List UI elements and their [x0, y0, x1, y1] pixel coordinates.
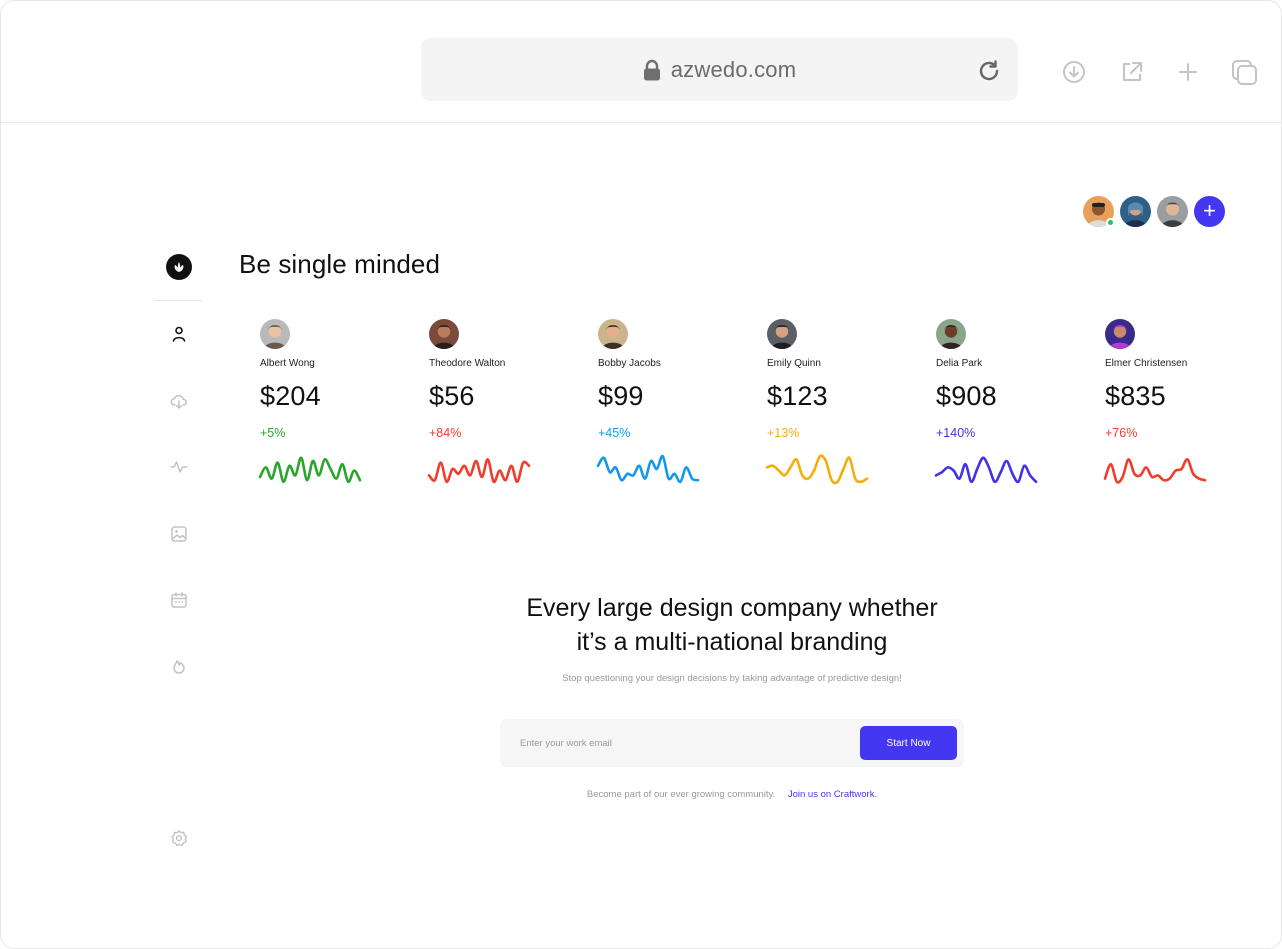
team-avatars: + [1083, 196, 1225, 228]
user-name: Emily Quinn [767, 358, 821, 369]
sparkline-path [258, 456, 362, 484]
user-card[interactable]: Bobby Jacobs $99 +45% [596, 319, 716, 499]
sparkline-path [765, 454, 869, 485]
community-text: Become part of our ever growing communit… [586, 789, 776, 800]
plus-icon[interactable] [1175, 59, 1203, 87]
hero-title-line: Every large design company whether [526, 594, 938, 622]
hero-subtitle: Stop questioning your design decisions b… [562, 673, 902, 684]
sparkline-chart [427, 458, 531, 484]
user-icon[interactable] [170, 325, 188, 343]
user-change-percent: +13% [767, 426, 800, 440]
sparkline-chart [596, 454, 700, 484]
address-bar[interactable]: azwedo.com [421, 38, 1018, 101]
user-name: Bobby Jacobs [598, 358, 661, 369]
user-amount: $204 [260, 381, 321, 411]
reload-icon[interactable] [976, 58, 1002, 84]
user-change-percent: +5% [260, 426, 286, 440]
copy-icon[interactable] [1231, 59, 1259, 87]
activity-icon[interactable] [170, 458, 188, 476]
page-title: Be single minded [239, 249, 441, 279]
url-text: azwedo.com [670, 56, 797, 82]
start-now-button[interactable]: Start Now [860, 726, 957, 760]
hero-section: Every large design company whether it’s … [441, 591, 1023, 684]
sparkline-path [427, 458, 531, 484]
download-icon[interactable] [1061, 59, 1089, 87]
hero-title-line: it’s a multi-national branding [576, 628, 888, 656]
avatar [260, 319, 290, 349]
user-amount: $835 [1105, 381, 1166, 411]
avatar [936, 319, 966, 349]
email-signup-form: Start Now [500, 719, 964, 767]
external-link-icon[interactable] [1119, 59, 1147, 87]
user-name: Albert Wong [260, 358, 315, 369]
user-card[interactable]: Albert Wong $204 +5% [258, 319, 378, 499]
sparkline-chart [934, 456, 1038, 484]
sparkline-path [934, 456, 1038, 484]
avatar [598, 319, 628, 349]
browser-toolbar: azwedo.com [1, 1, 1281, 123]
user-card[interactable]: Delia Park $908 +140% [934, 319, 1054, 499]
user-card[interactable]: Elmer Christensen $835 +76% [1103, 319, 1223, 499]
calendar-icon[interactable] [170, 591, 188, 609]
avatar [767, 319, 797, 349]
sparkline-chart [765, 454, 869, 485]
user-card[interactable]: Emily Quinn $123 +13% [765, 319, 885, 499]
avatar[interactable] [1120, 196, 1151, 227]
avatar[interactable] [1083, 196, 1115, 227]
avatar [429, 319, 459, 349]
cloud-download-icon[interactable] [170, 392, 188, 410]
fire-icon[interactable] [170, 657, 188, 675]
community-note: Become part of our ever growing communit… [441, 789, 1023, 800]
online-status-dot [1106, 218, 1115, 227]
sidebar [154, 251, 202, 861]
avatar[interactable] [1157, 196, 1188, 227]
user-amount: $908 [936, 381, 997, 411]
sparkline-path [1103, 458, 1207, 484]
email-field[interactable] [520, 733, 840, 753]
sparkline-chart [1103, 458, 1207, 484]
user-change-percent: +84% [429, 426, 462, 440]
user-name: Delia Park [936, 358, 983, 369]
user-stat-cards: Albert Wong $204 +5% Theodore Walton $56 +84%… [258, 319, 1218, 499]
avatar [1105, 319, 1135, 349]
user-amount: $123 [767, 381, 828, 411]
user-card[interactable]: Theodore Walton $56 +84% [427, 319, 547, 499]
settings-icon[interactable] [170, 829, 188, 847]
user-amount: $99 [598, 381, 644, 411]
user-change-percent: +45% [598, 426, 631, 440]
sparkline-chart [258, 456, 362, 484]
user-amount: $56 [429, 381, 475, 411]
hero-title: Every large design company whether it’s … [441, 591, 1023, 659]
leaf-logo-icon[interactable] [166, 254, 192, 280]
user-change-percent: +76% [1105, 426, 1138, 440]
sidebar-divider [154, 300, 202, 301]
craftwork-link[interactable]: Join us on Craftwork. [788, 789, 877, 800]
browser-window: azwedo.com Be single minded + Albert Won… [0, 0, 1282, 949]
sparkline-path [596, 454, 700, 484]
lock-icon [643, 59, 661, 81]
user-change-percent: +140% [936, 426, 976, 440]
image-icon[interactable] [170, 525, 188, 543]
user-name: Theodore Walton [429, 358, 506, 369]
add-member-button[interactable]: + [1194, 196, 1225, 227]
user-name: Elmer Christensen [1105, 358, 1188, 369]
